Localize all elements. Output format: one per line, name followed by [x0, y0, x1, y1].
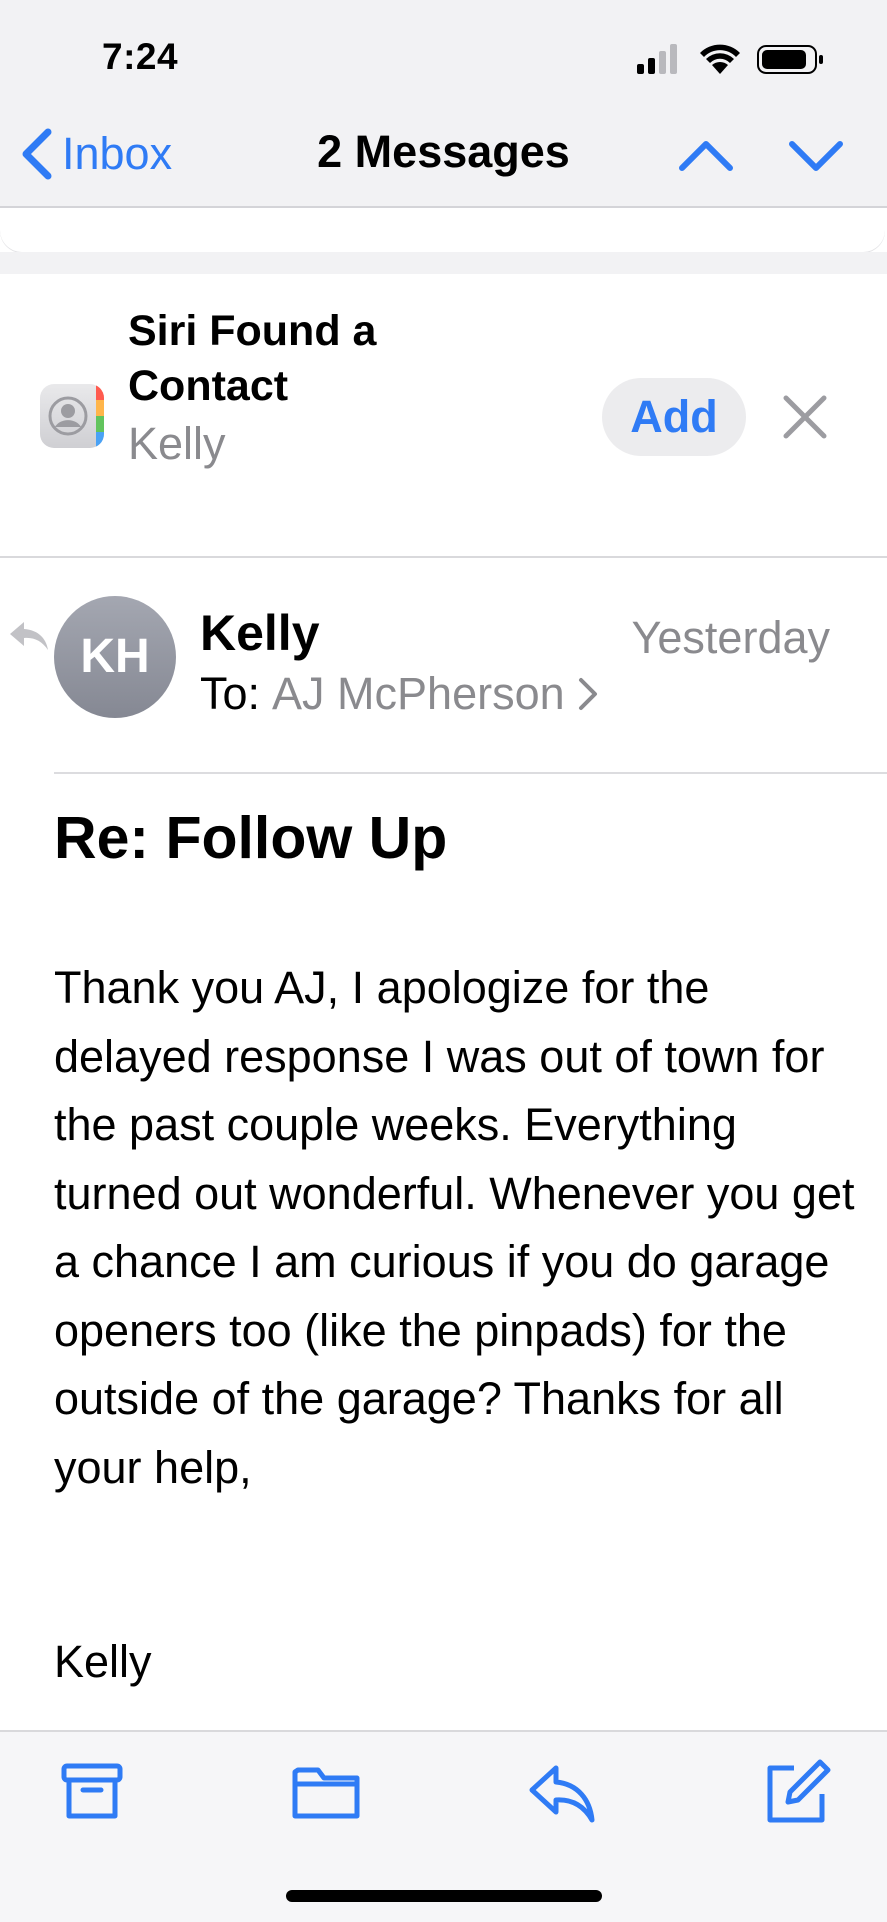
siri-divider — [0, 556, 887, 558]
previous-message-card[interactable] — [0, 208, 885, 252]
compose-icon[interactable] — [760, 1756, 832, 1828]
header-divider — [54, 772, 887, 774]
sender-name[interactable]: Kelly — [200, 604, 320, 662]
message-subject: Re: Follow Up — [54, 805, 448, 871]
archive-icon[interactable] — [56, 1756, 128, 1828]
status-time: 7:24 — [102, 36, 179, 77]
add-contact-button[interactable]: Add — [602, 378, 746, 456]
dismiss-suggestion-button[interactable] — [780, 392, 830, 442]
message-signature: Kelly — [54, 1636, 152, 1687]
recipient-name: AJ McPherson — [272, 668, 565, 719]
folder-icon[interactable] — [290, 1756, 362, 1828]
chevron-up-icon — [679, 141, 733, 171]
chevron-right-icon — [578, 678, 597, 710]
recipient-line[interactable]: To: AJ McPherson — [200, 668, 599, 720]
contacts-app-icon — [40, 384, 104, 448]
close-icon — [783, 395, 827, 439]
to-label: To: — [200, 668, 261, 719]
next-message-button[interactable] — [786, 130, 846, 180]
siri-suggestion-title: Siri Found a Contact — [128, 307, 377, 410]
message-body: Thank you AJ, I apologize for the delaye… — [54, 962, 855, 1493]
replied-indicator-icon — [10, 622, 48, 650]
wifi-icon — [700, 44, 740, 74]
siri-contact-name: Kelly — [128, 418, 226, 469]
status-icons — [637, 44, 823, 74]
chevron-down-icon — [789, 141, 843, 171]
message-date: Yesterday — [631, 612, 830, 663]
home-indicator[interactable] — [286, 1890, 602, 1902]
nav-title: 2 Messages — [317, 126, 570, 177]
previous-message-button[interactable] — [676, 130, 736, 180]
card-gap — [0, 252, 887, 274]
reply-icon[interactable] — [526, 1756, 598, 1828]
cellular-signal-icon — [637, 44, 677, 74]
sender-avatar[interactable]: KH — [54, 596, 176, 718]
battery-icon — [757, 45, 823, 74]
